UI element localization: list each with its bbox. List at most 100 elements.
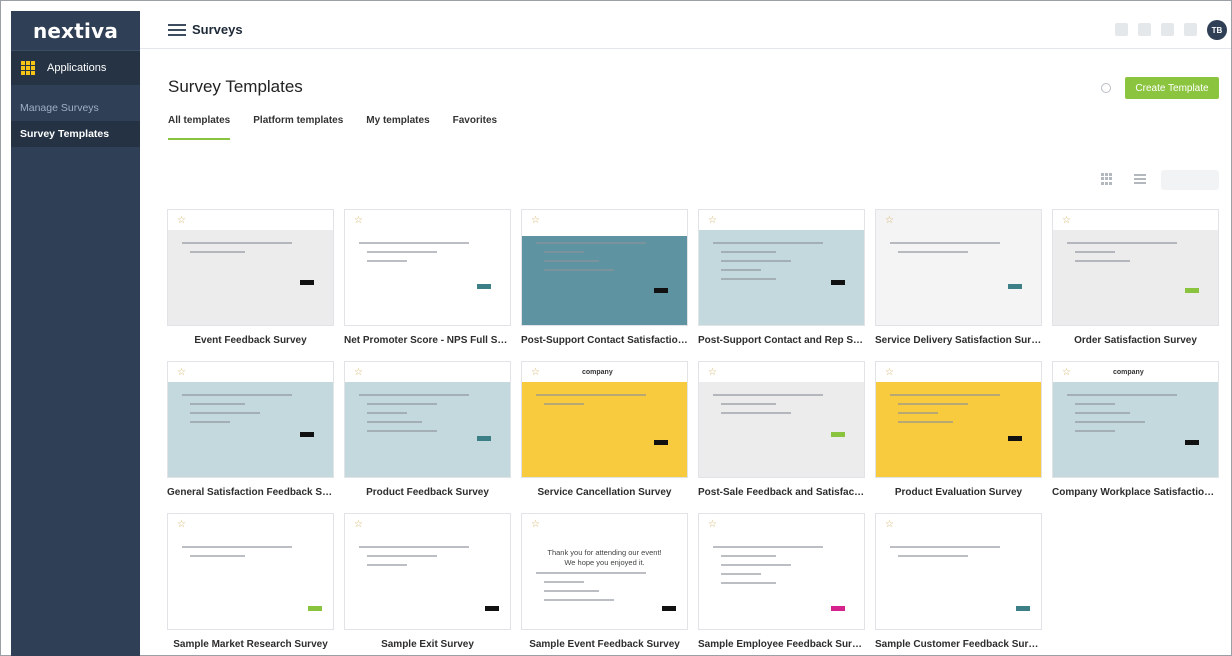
template-thumbnail[interactable]: ☆ (344, 209, 511, 326)
notification-icon[interactable] (1184, 23, 1197, 36)
template-card[interactable]: ☆ Sample Customer Feedback Survey (875, 513, 1042, 650)
sidebar-item-survey-templates[interactable]: Survey Templates (11, 121, 140, 147)
favorite-star-icon[interactable]: ☆ (1062, 216, 1072, 226)
sort-dropdown[interactable] (1161, 170, 1219, 190)
template-title[interactable]: Product Evaluation Survey (875, 487, 1042, 498)
thumbnail-submit-button (654, 440, 668, 445)
template-title[interactable]: Company Workplace Satisfaction S... (1052, 487, 1219, 498)
template-title[interactable]: Event Feedback Survey (167, 335, 334, 346)
template-title[interactable]: Sample Market Research Survey (167, 639, 334, 650)
template-title[interactable]: Sample Customer Feedback Survey (875, 639, 1042, 650)
thumbnail-text-line (359, 394, 469, 396)
template-card[interactable]: ☆ Post-Sale Feedback and Satisfactio... (698, 361, 865, 498)
favorite-star-icon[interactable]: ☆ (177, 368, 187, 378)
thumbnail-text-line (1067, 242, 1177, 244)
list-view-icon[interactable] (1134, 174, 1146, 184)
template-card[interactable]: ☆ General Satisfaction Feedback Surv... (167, 361, 334, 498)
thumbnail-submit-button (654, 288, 668, 293)
favorite-star-icon[interactable]: ☆ (708, 368, 718, 378)
template-title[interactable]: Sample Event Feedback Survey (521, 639, 688, 650)
template-thumbnail[interactable]: ☆ (521, 209, 688, 326)
template-card[interactable]: ☆ Sample Exit Survey (344, 513, 511, 650)
tab-platform-templates[interactable]: Platform templates (253, 115, 343, 140)
template-card[interactable]: ☆ Sample Employee Feedback Survey (698, 513, 865, 650)
favorite-star-icon[interactable]: ☆ (354, 216, 364, 226)
template-title[interactable]: Service Delivery Satisfaction Survey (875, 335, 1042, 346)
favorite-star-icon[interactable]: ☆ (1062, 368, 1072, 378)
favorite-star-icon[interactable]: ☆ (885, 520, 895, 530)
favorite-star-icon[interactable]: ☆ (531, 520, 541, 530)
favorite-star-icon[interactable]: ☆ (354, 368, 364, 378)
thumbnail-header (876, 362, 1041, 382)
template-title[interactable]: Post-Support Contact and Rep Satis... (698, 335, 865, 346)
applications-menu[interactable]: Applications (11, 51, 140, 85)
tab-all-templates[interactable]: All templates (168, 115, 231, 140)
template-card[interactable]: ☆ Order Satisfaction Survey (1052, 209, 1219, 346)
template-thumbnail[interactable]: ☆ (698, 209, 865, 326)
template-title[interactable]: Post-Sale Feedback and Satisfactio... (698, 487, 865, 498)
thumbnail-text-line (359, 546, 469, 548)
sidebar-item-manage-surveys[interactable]: Manage Surveys (11, 95, 140, 121)
template-thumbnail[interactable]: ☆ (698, 513, 865, 630)
favorite-star-icon[interactable]: ☆ (708, 216, 718, 226)
template-title[interactable]: General Satisfaction Feedback Surv... (167, 487, 334, 498)
template-card[interactable]: ☆ company Company Workplace Satisfaction S… (1052, 361, 1219, 498)
template-thumbnail[interactable]: ☆ (698, 361, 865, 478)
template-card[interactable]: ☆ Sample Market Research Survey (167, 513, 334, 650)
template-card[interactable]: ☆ Event Feedback Survey (167, 209, 334, 346)
template-thumbnail[interactable]: ☆ (167, 209, 334, 326)
avatar[interactable]: TB (1207, 20, 1227, 40)
tab-favorites[interactable]: Favorites (453, 115, 497, 140)
tab-my-templates[interactable]: My templates (366, 115, 429, 140)
template-thumbnail[interactable]: ☆ (344, 361, 511, 478)
grid-view-icon[interactable] (1101, 173, 1113, 185)
settings-icon[interactable] (1161, 23, 1174, 36)
thumbnail-text-line (367, 555, 437, 557)
template-thumbnail[interactable]: ☆ company (1052, 361, 1219, 478)
template-card[interactable]: ☆ company Service Cancellation Survey (521, 361, 688, 498)
template-thumbnail[interactable]: ☆ Thank you for attending our event! We ho… (521, 513, 688, 630)
favorite-star-icon[interactable]: ☆ (531, 216, 541, 226)
template-title[interactable]: Product Feedback Survey (344, 487, 511, 498)
template-thumbnail[interactable]: ☆ (344, 513, 511, 630)
thumbnail-submit-button (1008, 284, 1022, 289)
template-thumbnail[interactable]: ☆ company (521, 361, 688, 478)
template-thumbnail[interactable]: ☆ (167, 513, 334, 630)
template-card[interactable]: ☆ Product Evaluation Survey (875, 361, 1042, 498)
help-icon[interactable] (1138, 23, 1151, 36)
favorite-star-icon[interactable]: ☆ (531, 368, 541, 378)
template-card[interactable]: ☆ Product Feedback Survey (344, 361, 511, 498)
calendar-icon[interactable] (1115, 23, 1128, 36)
favorite-star-icon[interactable]: ☆ (885, 368, 895, 378)
template-title[interactable]: Service Cancellation Survey (521, 487, 688, 498)
template-card[interactable]: ☆ Net Promoter Score - NPS Full Surv... (344, 209, 511, 346)
thumbnail-text-line (721, 269, 761, 271)
template-title[interactable]: Net Promoter Score - NPS Full Surv... (344, 335, 511, 346)
favorite-star-icon[interactable]: ☆ (885, 216, 895, 226)
template-card[interactable]: ☆ Post-Support Contact Satisfaction ... (521, 209, 688, 346)
template-title[interactable]: Sample Employee Feedback Survey (698, 639, 865, 650)
template-tabs: All templates Platform templates My temp… (168, 115, 497, 140)
template-thumbnail[interactable]: ☆ (875, 209, 1042, 326)
thumbnail-text-line (544, 260, 599, 262)
template-card[interactable]: ☆ Thank you for attending our event! We ho… (521, 513, 688, 650)
app-window: nextiva Applications Manage Surveys Surv… (0, 0, 1232, 656)
template-title[interactable]: Post-Support Contact Satisfaction ... (521, 335, 688, 346)
template-thumbnail[interactable]: ☆ (875, 513, 1042, 630)
favorite-star-icon[interactable]: ☆ (177, 216, 187, 226)
template-title[interactable]: Order Satisfaction Survey (1052, 335, 1219, 346)
favorite-star-icon[interactable]: ☆ (708, 520, 718, 530)
template-card[interactable]: ☆ Post-Support Contact and Rep Satis... (698, 209, 865, 346)
nextiva-logo[interactable]: nextiva (11, 11, 140, 51)
thumbnail-text-line (190, 555, 245, 557)
thumbnail-text-line (367, 412, 407, 414)
template-thumbnail[interactable]: ☆ (875, 361, 1042, 478)
template-card[interactable]: ☆ Service Delivery Satisfaction Survey (875, 209, 1042, 346)
template-thumbnail[interactable]: ☆ (1052, 209, 1219, 326)
search-icon[interactable] (1101, 83, 1111, 93)
favorite-star-icon[interactable]: ☆ (177, 520, 187, 530)
favorite-star-icon[interactable]: ☆ (354, 520, 364, 530)
template-thumbnail[interactable]: ☆ (167, 361, 334, 478)
create-template-button[interactable]: Create Template (1125, 77, 1219, 99)
template-title[interactable]: Sample Exit Survey (344, 639, 511, 650)
